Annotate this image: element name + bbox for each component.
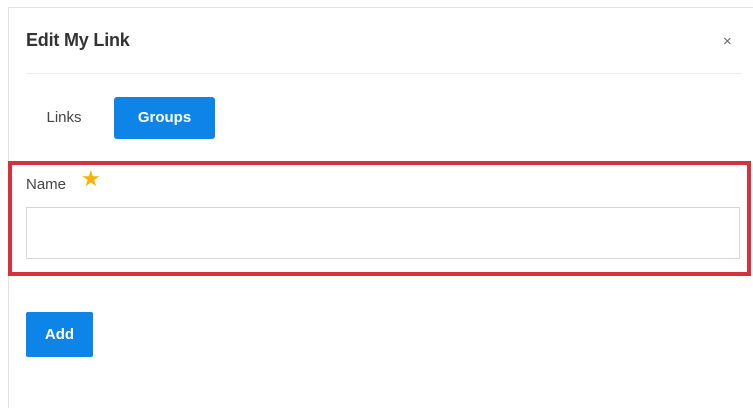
name-input[interactable] xyxy=(26,207,740,259)
screen: Edit My Link × Links Groups Name ★ Add xyxy=(0,0,753,408)
dialog-title: Edit My Link xyxy=(26,30,130,50)
close-icon[interactable]: × xyxy=(723,34,732,49)
name-label: Name xyxy=(26,176,67,193)
header-divider xyxy=(26,73,742,74)
tab-groups[interactable]: Groups xyxy=(114,97,215,139)
tab-links[interactable]: Links xyxy=(26,97,102,139)
add-button[interactable]: Add xyxy=(26,312,93,357)
required-star-icon: ★ xyxy=(81,166,101,191)
